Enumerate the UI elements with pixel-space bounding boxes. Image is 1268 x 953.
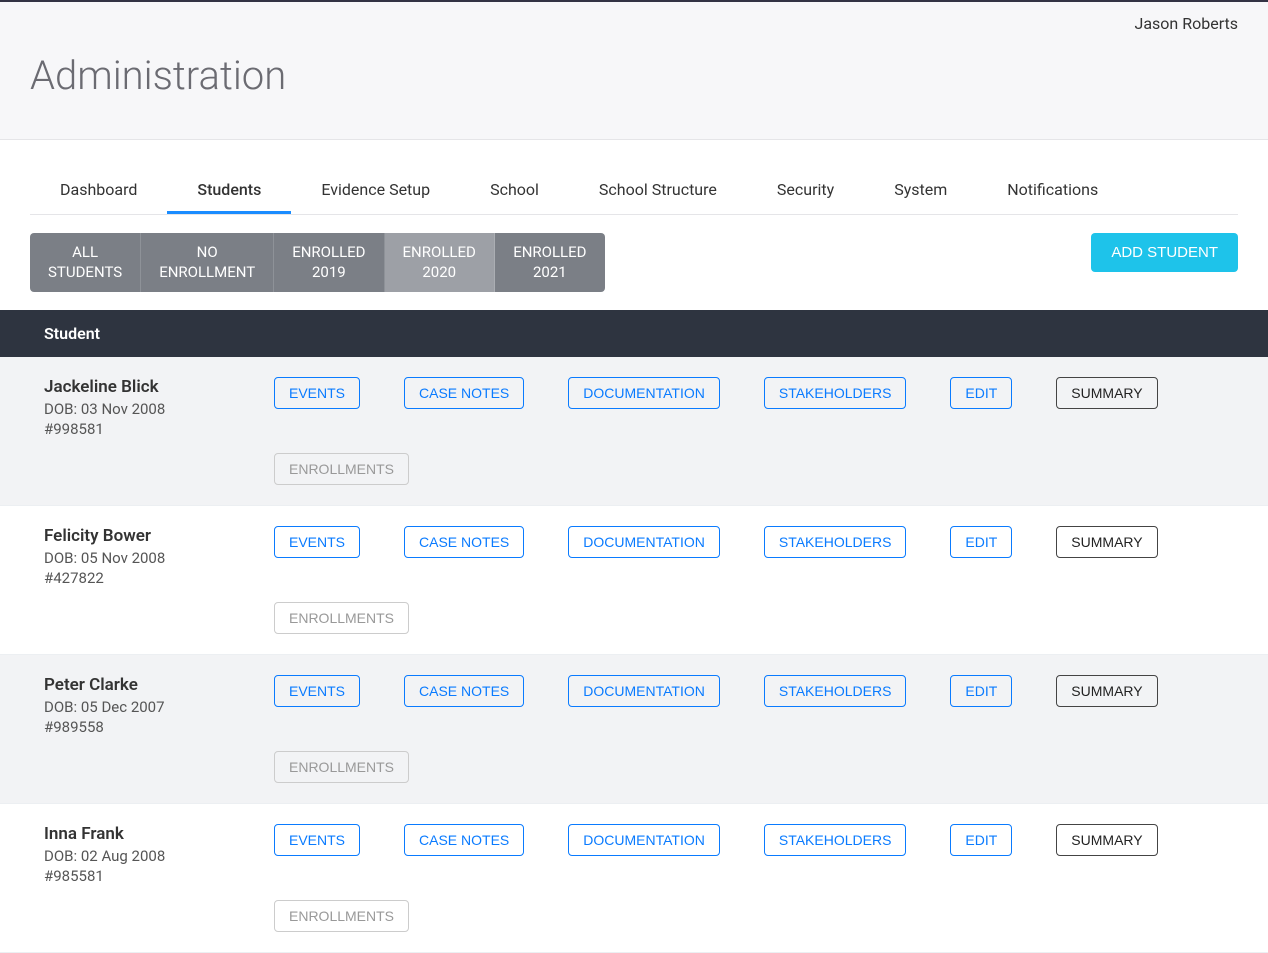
student-dob: DOB: 05 Nov 2008 (44, 548, 234, 568)
stakeholders-button[interactable]: STAKEHOLDERS (764, 824, 907, 856)
tab-evidence-setup[interactable]: Evidence Setup (291, 170, 460, 214)
nav-tabs: DashboardStudentsEvidence SetupSchoolSch… (30, 170, 1238, 215)
case-notes-button[interactable]: CASE NOTES (404, 824, 524, 856)
page-title: Administration (30, 52, 1238, 99)
student-actions: EVENTS CASE NOTES DOCUMENTATION STAKEHOLDER… (274, 377, 1224, 485)
filter-tab-all-students[interactable]: ALLSTUDENTS (30, 233, 141, 292)
student-name: Inna Frank (44, 824, 234, 844)
tab-school[interactable]: School (460, 170, 569, 214)
filter-tab-enrolled-2019[interactable]: ENROLLED2019 (274, 233, 384, 292)
enrollments-button[interactable]: ENROLLMENTS (274, 751, 409, 783)
tab-students[interactable]: Students (167, 170, 291, 214)
student-name: Jackeline Blick (44, 377, 234, 397)
student-row: Peter ClarkeDOB: 05 Dec 2007#989558 EVENT… (0, 655, 1268, 804)
enrollments-button[interactable]: ENROLLMENTS (274, 453, 409, 485)
student-id: #989558 (44, 717, 234, 737)
student-cell: Jackeline BlickDOB: 03 Nov 2008#998581 (44, 377, 234, 440)
add-student-button[interactable]: ADD STUDENT (1091, 233, 1238, 272)
case-notes-button[interactable]: CASE NOTES (404, 377, 524, 409)
summary-button[interactable]: SUMMARY (1056, 675, 1157, 707)
edit-button[interactable]: EDIT (950, 824, 1012, 856)
student-cell: Felicity BowerDOB: 05 Nov 2008#427822 (44, 526, 234, 589)
table-header-student: Student (0, 310, 1268, 357)
student-cell: Peter ClarkeDOB: 05 Dec 2007#989558 (44, 675, 234, 738)
tab-notifications[interactable]: Notifications (977, 170, 1128, 214)
edit-button[interactable]: EDIT (950, 526, 1012, 558)
documentation-button[interactable]: DOCUMENTATION (568, 675, 720, 707)
documentation-button[interactable]: DOCUMENTATION (568, 377, 720, 409)
filter-tab-enrolled-2020[interactable]: ENROLLED2020 (385, 233, 495, 292)
events-button[interactable]: EVENTS (274, 526, 360, 558)
nav-tabs-container: DashboardStudentsEvidence SetupSchoolSch… (0, 140, 1268, 215)
case-notes-button[interactable]: CASE NOTES (404, 526, 524, 558)
user-name[interactable]: Jason Roberts (1135, 14, 1238, 33)
student-name: Peter Clarke (44, 675, 234, 695)
documentation-button[interactable]: DOCUMENTATION (568, 824, 720, 856)
student-id: #998581 (44, 419, 234, 439)
page-header: Jason Roberts Administration (0, 2, 1268, 140)
tab-security[interactable]: Security (747, 170, 864, 214)
events-button[interactable]: EVENTS (274, 377, 360, 409)
filter-tabs: ALLSTUDENTSNOENROLLMENTENROLLED2019ENROL… (30, 233, 605, 292)
tab-school-structure[interactable]: School Structure (569, 170, 747, 214)
student-row: Felicity BowerDOB: 05 Nov 2008#427822 EVE… (0, 506, 1268, 655)
stakeholders-button[interactable]: STAKEHOLDERS (764, 526, 907, 558)
filter-tab-enrolled-2021[interactable]: ENROLLED2021 (495, 233, 605, 292)
documentation-button[interactable]: DOCUMENTATION (568, 526, 720, 558)
student-dob: DOB: 05 Dec 2007 (44, 697, 234, 717)
stakeholders-button[interactable]: STAKEHOLDERS (764, 377, 907, 409)
student-dob: DOB: 03 Nov 2008 (44, 399, 234, 419)
edit-button[interactable]: EDIT (950, 377, 1012, 409)
summary-button[interactable]: SUMMARY (1056, 377, 1157, 409)
student-actions: EVENTS CASE NOTES DOCUMENTATION STAKEHOLDER… (274, 526, 1224, 634)
student-cell: Inna FrankDOB: 02 Aug 2008#985581 (44, 824, 234, 887)
student-row: Inna FrankDOB: 02 Aug 2008#985581 EVENTS C… (0, 804, 1268, 953)
enrollments-button[interactable]: ENROLLMENTS (274, 602, 409, 634)
events-button[interactable]: EVENTS (274, 675, 360, 707)
stakeholders-button[interactable]: STAKEHOLDERS (764, 675, 907, 707)
summary-button[interactable]: SUMMARY (1056, 526, 1157, 558)
enrollments-button[interactable]: ENROLLMENTS (274, 900, 409, 932)
student-id: #427822 (44, 568, 234, 588)
edit-button[interactable]: EDIT (950, 675, 1012, 707)
student-row: Jackeline BlickDOB: 03 Nov 2008#998581 EV… (0, 357, 1268, 506)
case-notes-button[interactable]: CASE NOTES (404, 675, 524, 707)
tab-dashboard[interactable]: Dashboard (30, 170, 167, 214)
student-name: Felicity Bower (44, 526, 234, 546)
student-table-body: Jackeline BlickDOB: 03 Nov 2008#998581 EV… (0, 357, 1268, 953)
events-button[interactable]: EVENTS (274, 824, 360, 856)
filter-tab-no-enrollment[interactable]: NOENROLLMENT (141, 233, 274, 292)
student-dob: DOB: 02 Aug 2008 (44, 846, 234, 866)
summary-button[interactable]: SUMMARY (1056, 824, 1157, 856)
tab-system[interactable]: System (864, 170, 977, 214)
student-actions: EVENTS CASE NOTES DOCUMENTATION STAKEHOLDER… (274, 824, 1224, 932)
student-actions: EVENTS CASE NOTES DOCUMENTATION STAKEHOLDER… (274, 675, 1224, 783)
filter-row: ALLSTUDENTSNOENROLLMENTENROLLED2019ENROL… (0, 215, 1268, 310)
student-id: #985581 (44, 866, 234, 886)
